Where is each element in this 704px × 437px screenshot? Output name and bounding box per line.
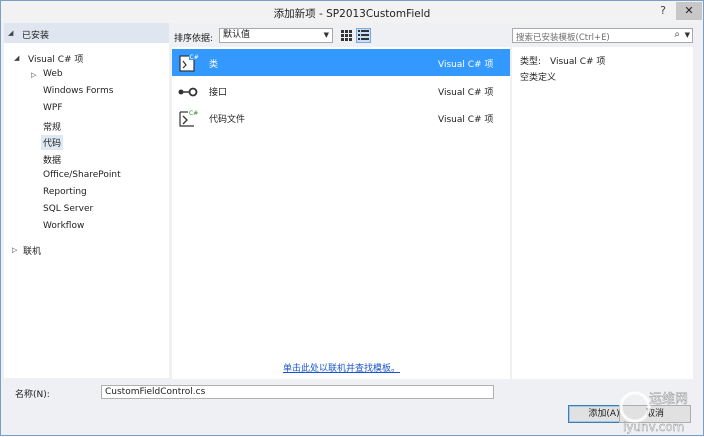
interface-icon: [178, 87, 198, 97]
watermark-logo: 运维网 iyunv.com: [619, 391, 688, 434]
code-file-icon: C#: [179, 110, 198, 127]
template-language: Visual C# 项: [438, 88, 494, 98]
tree-item-workflow[interactable]: Workflow: [43, 221, 84, 231]
template-name: 类: [209, 60, 219, 70]
details-type-label: 类型:: [520, 57, 542, 67]
grid-view-button[interactable]: [339, 28, 354, 43]
tree-item-windows-forms[interactable]: Windows Forms: [43, 86, 113, 96]
tree-item-web[interactable]: Web: [43, 69, 63, 79]
tree-item-wpf[interactable]: WPF: [43, 103, 63, 113]
sort-by-select[interactable]: 默认值 ▼: [219, 28, 333, 43]
watermark-text-2: iyunv.com: [623, 420, 684, 434]
list-view-icon: [358, 30, 369, 40]
tree-item-sql-server[interactable]: SQL Server: [43, 204, 93, 214]
close-button[interactable]: ✕: [676, 2, 702, 20]
tree-item-office-sharepoint[interactable]: Office/SharePoint: [43, 170, 121, 180]
template-list: C# 类 Visual C# 项 接口 Visual C# 项 C# 代码文件 …: [172, 47, 510, 379]
template-name: 代码文件: [209, 115, 246, 125]
collapse-triangle-icon[interactable]: ◢: [8, 29, 13, 37]
template-row-code-file[interactable]: C# 代码文件 Visual C# 项: [172, 104, 510, 131]
tree-item-online[interactable]: 联机: [23, 244, 41, 257]
grid-view-icon: [341, 30, 352, 41]
template-language: Visual C# 项: [438, 60, 494, 70]
help-button[interactable]: ?: [651, 2, 675, 20]
details-type-value: Visual C# 项: [550, 57, 606, 67]
template-details-pane: 类型: Visual C# 项 空类定义: [512, 47, 693, 379]
details-description: 空类定义: [520, 73, 557, 83]
template-row-class[interactable]: C# 类 Visual C# 项: [172, 49, 510, 76]
sort-by-label: 排序依据:: [174, 34, 214, 44]
template-language: Visual C# 项: [438, 115, 494, 125]
template-name: 接口: [209, 88, 228, 98]
sort-by-value: 默认值: [223, 30, 251, 40]
name-label: 名称(N):: [15, 390, 50, 400]
name-input[interactable]: CustomFieldControl.cs: [101, 385, 494, 399]
title-bar: 添加新项 - SP2013CustomField ? ✕: [1, 1, 703, 23]
tree-header-installed[interactable]: ◢ 已安装: [4, 23, 169, 43]
class-icon: C#: [179, 53, 199, 72]
search-placeholder: 搜索已安装模板(Ctrl+E): [516, 33, 610, 43]
tree-item-reporting[interactable]: Reporting: [43, 187, 87, 197]
svg-text:C#: C#: [190, 54, 199, 61]
expand-triangle-icon[interactable]: ▷: [31, 71, 36, 79]
tree-item-code[interactable]: 代码: [41, 135, 64, 150]
tree-item-data[interactable]: 数据: [43, 153, 61, 166]
tree-item-visual-csharp[interactable]: Visual C# 项: [28, 52, 83, 65]
chevron-down-icon[interactable]: ▼: [685, 31, 690, 39]
watermark-text-1: 运维网: [649, 392, 688, 407]
collapse-triangle-icon[interactable]: ◢: [14, 54, 19, 62]
svg-text:C#: C#: [189, 110, 198, 117]
list-view-button[interactable]: [356, 28, 371, 43]
add-new-item-dialog: 添加新项 - SP2013CustomField ? ✕ ◢ 已安装 ◢ Vis…: [0, 0, 704, 436]
category-tree: ◢ 已安装 ◢ Visual C# 项 ▷ Web Windows Forms …: [4, 23, 169, 378]
online-templates-link[interactable]: 单击此处以联机并查找模板。: [283, 361, 400, 374]
tree-header-label: 已安装: [22, 31, 50, 41]
tree-item-general[interactable]: 常规: [43, 120, 61, 133]
search-icon[interactable]: ⌕: [674, 29, 680, 40]
template-search-input[interactable]: 搜索已安装模板(Ctrl+E) ⌕ ▼: [512, 28, 693, 43]
chevron-down-icon: ▼: [323, 31, 329, 39]
template-row-interface[interactable]: 接口 Visual C# 项: [172, 77, 510, 104]
window-title: 添加新项 - SP2013CustomField: [273, 8, 431, 20]
expand-triangle-icon[interactable]: ▷: [12, 246, 17, 254]
